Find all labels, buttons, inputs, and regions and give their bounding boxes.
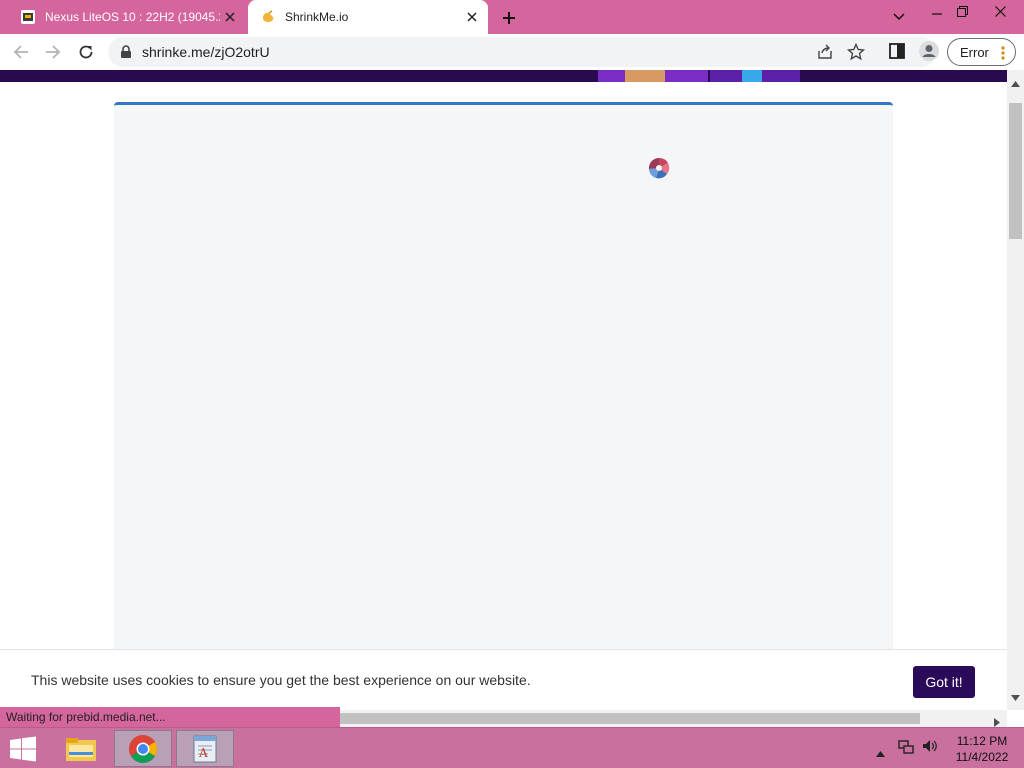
notepad-icon: A bbox=[193, 735, 217, 762]
vertical-scrollbar[interactable] bbox=[1007, 70, 1024, 710]
error-label: Error bbox=[960, 44, 989, 60]
menu-dots-icon[interactable] bbox=[1001, 45, 1005, 64]
plus-icon bbox=[503, 12, 515, 24]
cookie-message: This website uses cookies to ensure you … bbox=[31, 672, 531, 688]
forward-button[interactable] bbox=[41, 40, 65, 64]
status-bubble: Waiting for prebid.media.net... bbox=[0, 707, 340, 727]
taskbar-notepad[interactable]: A bbox=[176, 730, 234, 767]
network-icon[interactable] bbox=[898, 738, 914, 759]
close-icon bbox=[994, 5, 1006, 17]
svg-text:A: A bbox=[198, 746, 208, 760]
tab-shrinkme[interactable]: ShrinkMe.io bbox=[248, 0, 488, 34]
close-window-button[interactable] bbox=[985, 0, 1015, 22]
tab-close-icon[interactable] bbox=[220, 7, 240, 27]
scroll-down-icon[interactable] bbox=[1011, 688, 1020, 706]
volume-icon[interactable] bbox=[922, 738, 938, 759]
tab-nexus-liteos[interactable]: Nexus LiteOS 10 : 22H2 (19045.2 bbox=[10, 0, 246, 34]
taskbar-chrome[interactable] bbox=[114, 730, 172, 767]
header-banner bbox=[0, 70, 1007, 82]
scroll-up-icon[interactable] bbox=[1011, 74, 1020, 92]
vertical-scroll-thumb[interactable] bbox=[1009, 103, 1022, 239]
cookie-accept-button[interactable]: Got it! bbox=[913, 666, 975, 698]
profile-avatar-icon[interactable] bbox=[918, 40, 940, 67]
restore-button[interactable] bbox=[947, 0, 977, 22]
file-explorer-icon bbox=[66, 737, 96, 761]
content-panel bbox=[114, 102, 893, 710]
restore-icon bbox=[956, 5, 968, 17]
system-clock[interactable]: 11:12 PM 11/4/2022 bbox=[948, 733, 1016, 765]
chevron-down-icon bbox=[893, 13, 905, 21]
liteos-icon bbox=[20, 9, 36, 25]
loading-spinner-icon bbox=[648, 157, 670, 179]
lock-icon[interactable] bbox=[120, 45, 132, 64]
tab-title: Nexus LiteOS 10 : 22H2 (19045.2 bbox=[45, 10, 220, 24]
tab-title: ShrinkMe.io bbox=[285, 10, 349, 24]
arrow-right-icon bbox=[46, 45, 61, 59]
address-bar[interactable]: shrinke.me/zjO2otrU bbox=[108, 37, 936, 67]
reload-icon bbox=[79, 45, 93, 59]
tab-strip: Nexus LiteOS 10 : 22H2 (19045.2 ShrinkMe… bbox=[0, 0, 1024, 34]
chrome-icon bbox=[129, 734, 157, 763]
side-panel-icon[interactable] bbox=[888, 42, 906, 65]
taskbar: A 11:12 PM 11/4/2022 bbox=[0, 727, 1024, 768]
show-hidden-icons[interactable] bbox=[876, 744, 885, 762]
horizontal-scroll-thumb[interactable] bbox=[340, 713, 920, 724]
taskbar-file-explorer[interactable] bbox=[52, 730, 110, 767]
cookie-banner: This website uses cookies to ensure you … bbox=[0, 649, 1007, 710]
minimize-icon bbox=[932, 13, 942, 15]
hand-icon bbox=[260, 9, 276, 25]
new-tab-button[interactable] bbox=[498, 7, 520, 29]
error-button[interactable]: Error bbox=[947, 38, 1016, 66]
clock-date: 11/4/2022 bbox=[955, 750, 1009, 764]
start-icon bbox=[10, 736, 36, 761]
clock-time: 11:12 PM bbox=[956, 734, 1008, 748]
arrow-left-icon bbox=[13, 45, 28, 59]
page-viewport: This website uses cookies to ensure you … bbox=[0, 70, 1007, 710]
share-icon[interactable] bbox=[816, 43, 834, 66]
tab-search-button[interactable] bbox=[884, 6, 914, 28]
bookmark-star-icon[interactable] bbox=[846, 42, 866, 66]
browser-toolbar: shrinke.me/zjO2otrU Error bbox=[0, 34, 1024, 70]
back-button[interactable] bbox=[9, 40, 33, 64]
url-text[interactable]: shrinke.me/zjO2otrU bbox=[142, 44, 270, 60]
reload-button[interactable] bbox=[74, 40, 98, 64]
start-button[interactable] bbox=[0, 730, 46, 767]
tab-close-icon[interactable] bbox=[462, 7, 482, 27]
